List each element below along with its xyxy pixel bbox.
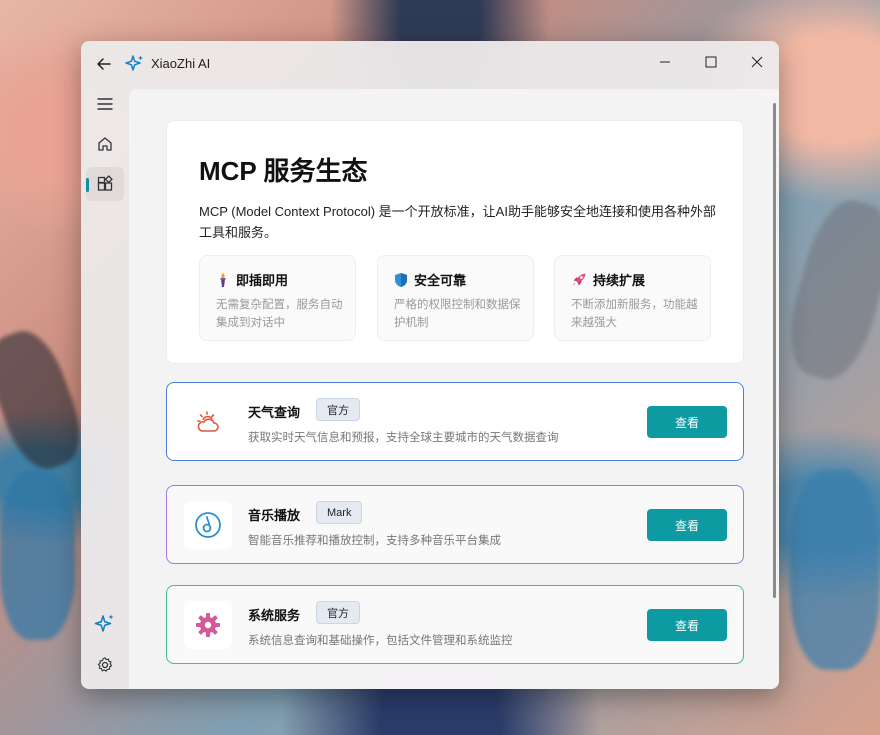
sidebar (81, 85, 129, 689)
gear-service-icon (196, 613, 220, 637)
apps-icon (97, 175, 113, 191)
sparkle-icon (94, 614, 114, 632)
service-card-weather[interactable]: 天气查询 官方 获取实时天气信息和预报，支持全球主要城市的天气数据查询 查看 (166, 382, 744, 461)
service-description: 智能音乐推荐和播放控制，支持多种音乐平台集成 (248, 535, 501, 547)
app-window: XiaoZhi AI MCP 服务生态 MCP (Model Context P… (81, 41, 779, 689)
back-button[interactable] (93, 53, 115, 75)
view-button[interactable]: 查看 (647, 609, 727, 641)
feature-card-plug-and-play: 即插即用 无需复杂配置，服务自动集成到对话中 (199, 255, 356, 341)
service-name: 系统服务 (248, 608, 301, 623)
service-card-system[interactable]: 系统服务 官方 系统信息查询和基础操作，包括文件管理和系统监控 查看 (166, 585, 744, 664)
feature-card-extensible: 持续扩展 不断添加新服务，功能越来越强大 (554, 255, 711, 341)
weather-icon (197, 411, 219, 432)
title-bar: XiaoZhi AI (81, 41, 779, 85)
intro-card: MCP 服务生态 MCP (Model Context Protocol) 是一… (166, 120, 744, 364)
sparkle-logo-icon (125, 54, 145, 74)
intro-description: MCP (Model Context Protocol) 是一个开放标准，让AI… (199, 204, 716, 240)
view-button[interactable]: 查看 (647, 406, 727, 438)
rocket-icon (573, 273, 586, 286)
service-icon (184, 601, 232, 649)
maximize-icon (705, 56, 717, 68)
feature-title: 持续扩展 (593, 273, 646, 288)
service-icon (184, 501, 232, 549)
service-description: 系统信息查询和基础操作，包括文件管理和系统监控 (248, 635, 513, 647)
service-badge: 官方 (316, 601, 360, 624)
home-icon (98, 137, 112, 151)
service-icon (184, 398, 232, 446)
maximize-button[interactable] (693, 47, 729, 77)
close-button[interactable] (739, 47, 775, 77)
page-title: MCP 服务生态 (199, 156, 368, 186)
shield-icon (395, 272, 407, 287)
service-badge: 官方 (316, 398, 360, 421)
service-card-music[interactable]: 音乐播放 Mark 智能音乐推荐和播放控制，支持多种音乐平台集成 查看 (166, 485, 744, 564)
active-indicator (86, 178, 89, 192)
sidebar-item-apps[interactable] (86, 167, 124, 201)
music-icon (195, 512, 221, 538)
feature-title: 即插即用 (236, 273, 289, 288)
feature-desc: 无需复杂配置，服务自动集成到对话中 (216, 299, 343, 329)
feature-desc: 不断添加新服务，功能越来越强大 (571, 299, 698, 329)
service-description: 获取实时天气信息和预报，支持全球主要城市的天气数据查询 (248, 432, 559, 444)
minimize-icon (660, 61, 670, 63)
feature-card-secure: 安全可靠 严格的权限控制和数据保护机制 (377, 255, 534, 341)
sidebar-item-settings[interactable] (86, 648, 124, 682)
sidebar-item-ai[interactable] (86, 607, 124, 641)
service-name: 音乐播放 (248, 508, 301, 523)
sidebar-item-home[interactable] (86, 127, 124, 161)
close-icon (751, 56, 763, 68)
service-name: 天气查询 (248, 405, 301, 420)
gear-icon (97, 657, 113, 672)
torch-icon (220, 272, 226, 287)
feature-desc: 严格的权限控制和数据保护机制 (394, 299, 521, 329)
feature-title: 安全可靠 (414, 273, 467, 288)
minimize-button[interactable] (647, 47, 683, 77)
view-button[interactable]: 查看 (647, 509, 727, 541)
menu-button[interactable] (86, 87, 124, 121)
scrollbar[interactable] (773, 103, 776, 598)
window-title: XiaoZhi AI (151, 56, 211, 71)
hamburger-icon (97, 98, 113, 110)
service-badge: Mark (316, 501, 363, 524)
arrow-left-icon (97, 58, 111, 70)
